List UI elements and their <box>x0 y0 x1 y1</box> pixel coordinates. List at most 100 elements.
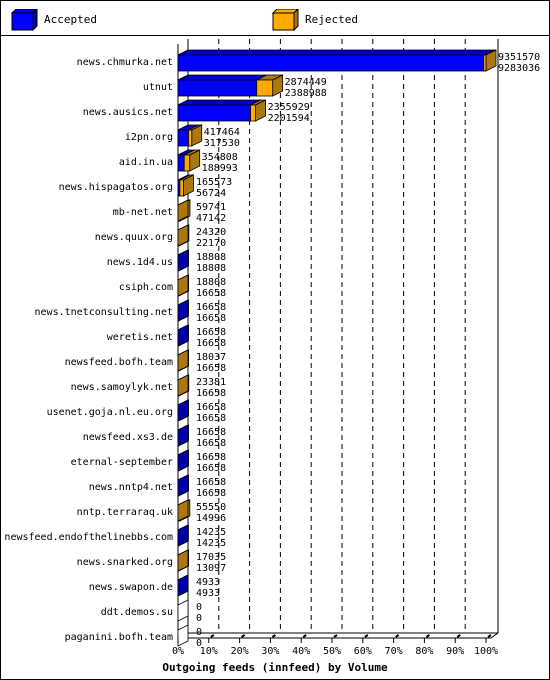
value-label-accepted: 188993 <box>202 163 238 174</box>
bar-side <box>177 274 189 297</box>
bar-row <box>177 124 203 147</box>
value-label-total: 16658 <box>196 402 226 413</box>
bar-face <box>177 79 258 97</box>
category-label: news.1d4.us <box>107 257 173 268</box>
value-label-accepted: 14235 <box>196 538 226 549</box>
category-label: newsfeed.endofthelinebbs.com <box>4 532 173 543</box>
value-label-total: 55550 <box>196 502 226 513</box>
category-label: utnut <box>143 82 173 93</box>
bar-side <box>177 349 189 372</box>
x-tick-label: 70% <box>385 646 403 657</box>
category-label: ddt.demos.su <box>101 607 173 618</box>
x-tick-label: 50% <box>323 646 341 657</box>
bar-side <box>177 224 189 247</box>
bar-face <box>177 54 485 72</box>
bar-side <box>177 399 189 422</box>
value-label-total: 18037 <box>196 352 226 363</box>
bar-top <box>177 74 267 81</box>
value-label-total: 59741 <box>196 202 226 213</box>
floor-right <box>490 632 499 639</box>
category-labels: news.chmurka.net utnut news.ausics.net i2pn… <box>4 57 173 643</box>
value-label-total: 2874449 <box>285 77 327 88</box>
value-label-total: 18808 <box>196 277 226 288</box>
value-labels: 93515709283036 28744492388988 235592922015… <box>196 52 540 649</box>
bar-row <box>177 549 189 572</box>
value-label-total: 4933 <box>196 577 220 588</box>
bar-base <box>177 624 189 647</box>
x-tick-label: 20% <box>231 646 249 657</box>
category-label: news.tnetconsulting.net <box>35 307 173 318</box>
value-label-total: 417464 <box>204 127 240 138</box>
value-label-accepted: 317530 <box>204 138 240 149</box>
category-label: news.snarked.org <box>77 557 173 568</box>
value-label-accepted: 16658 <box>196 288 226 299</box>
bar-row <box>177 474 189 497</box>
chart-frame: Accepted Rejected news.chmurka.net utnut n… <box>0 0 550 680</box>
category-label: news.nntp4.net <box>89 482 173 493</box>
bar-row <box>177 324 189 347</box>
x-axis-label: Outgoing feeds (innfeed) by Volume <box>162 661 388 674</box>
x-tick-label: 60% <box>354 646 372 657</box>
value-label-total: 165573 <box>196 177 232 188</box>
value-label-accepted: 47142 <box>196 213 226 224</box>
value-label-total: 16658 <box>196 327 226 338</box>
bar-face <box>250 104 256 122</box>
value-label-accepted: 16658 <box>196 313 226 324</box>
x-tick-mark <box>210 634 215 638</box>
category-label: newsfeed.bofh.team <box>65 357 173 368</box>
bar-row <box>177 224 190 247</box>
bar-face <box>179 179 184 197</box>
category-label: newsfeed.xs3.de <box>83 432 173 443</box>
value-label-total: 354808 <box>202 152 238 163</box>
category-label: news.hispagatos.org <box>59 182 173 193</box>
value-label-accepted: 18808 <box>196 263 226 274</box>
value-label-accepted: 2201594 <box>268 113 310 124</box>
value-label-total: 23381 <box>196 377 226 388</box>
bar-row <box>177 524 189 547</box>
x-tick-mark <box>333 634 338 638</box>
x-tick-label: 80% <box>415 646 433 657</box>
bar-face <box>177 129 189 147</box>
value-label-total: 9351570 <box>498 52 540 63</box>
value-label-accepted: 22170 <box>196 238 226 249</box>
x-tick-label: 0% <box>172 646 184 657</box>
bar-side <box>177 249 189 272</box>
x-tick-label: 30% <box>261 646 279 657</box>
category-label: usenet.goja.nl.eu.org <box>47 407 173 418</box>
x-tick-mark <box>395 634 400 638</box>
x-tick-mark <box>364 634 369 638</box>
category-label: news.ausics.net <box>83 107 173 118</box>
value-label-accepted: 2388988 <box>285 88 327 99</box>
bar-row <box>177 274 190 297</box>
value-label-total: 0 <box>196 602 202 613</box>
bar-side <box>177 374 189 397</box>
category-label: nntp.terraraq.uk <box>77 507 173 518</box>
category-label: csiph.com <box>119 282 173 293</box>
value-label-total: 0 <box>196 627 202 638</box>
category-label: news.swapon.de <box>89 582 173 593</box>
bar-side <box>177 324 189 347</box>
value-label-total: 17035 <box>196 552 226 563</box>
value-label-accepted: 16658 <box>196 438 226 449</box>
bar-row <box>177 624 189 647</box>
bar-face <box>177 154 185 172</box>
bar-row <box>177 424 189 447</box>
x-tick-label: 100% <box>474 646 498 657</box>
x-tick-mark <box>425 634 430 638</box>
bar-row <box>177 599 189 622</box>
bar-row <box>177 49 497 72</box>
value-label-total: 24320 <box>196 227 226 238</box>
category-label: news.chmurka.net <box>77 57 173 68</box>
value-label-total: 16658 <box>196 427 226 438</box>
x-tick-label: 40% <box>292 646 310 657</box>
category-label: aid.in.ua <box>119 157 173 168</box>
category-label: news.quux.org <box>95 232 173 243</box>
grid <box>218 39 466 633</box>
value-label-accepted: 13097 <box>196 563 226 574</box>
bar-top <box>177 49 494 56</box>
bar-side <box>177 299 189 322</box>
category-label: paganini.bofh.team <box>65 632 173 643</box>
x-tick-label: 90% <box>446 646 464 657</box>
bar-face <box>483 54 487 72</box>
value-label-accepted: 14996 <box>196 513 226 524</box>
